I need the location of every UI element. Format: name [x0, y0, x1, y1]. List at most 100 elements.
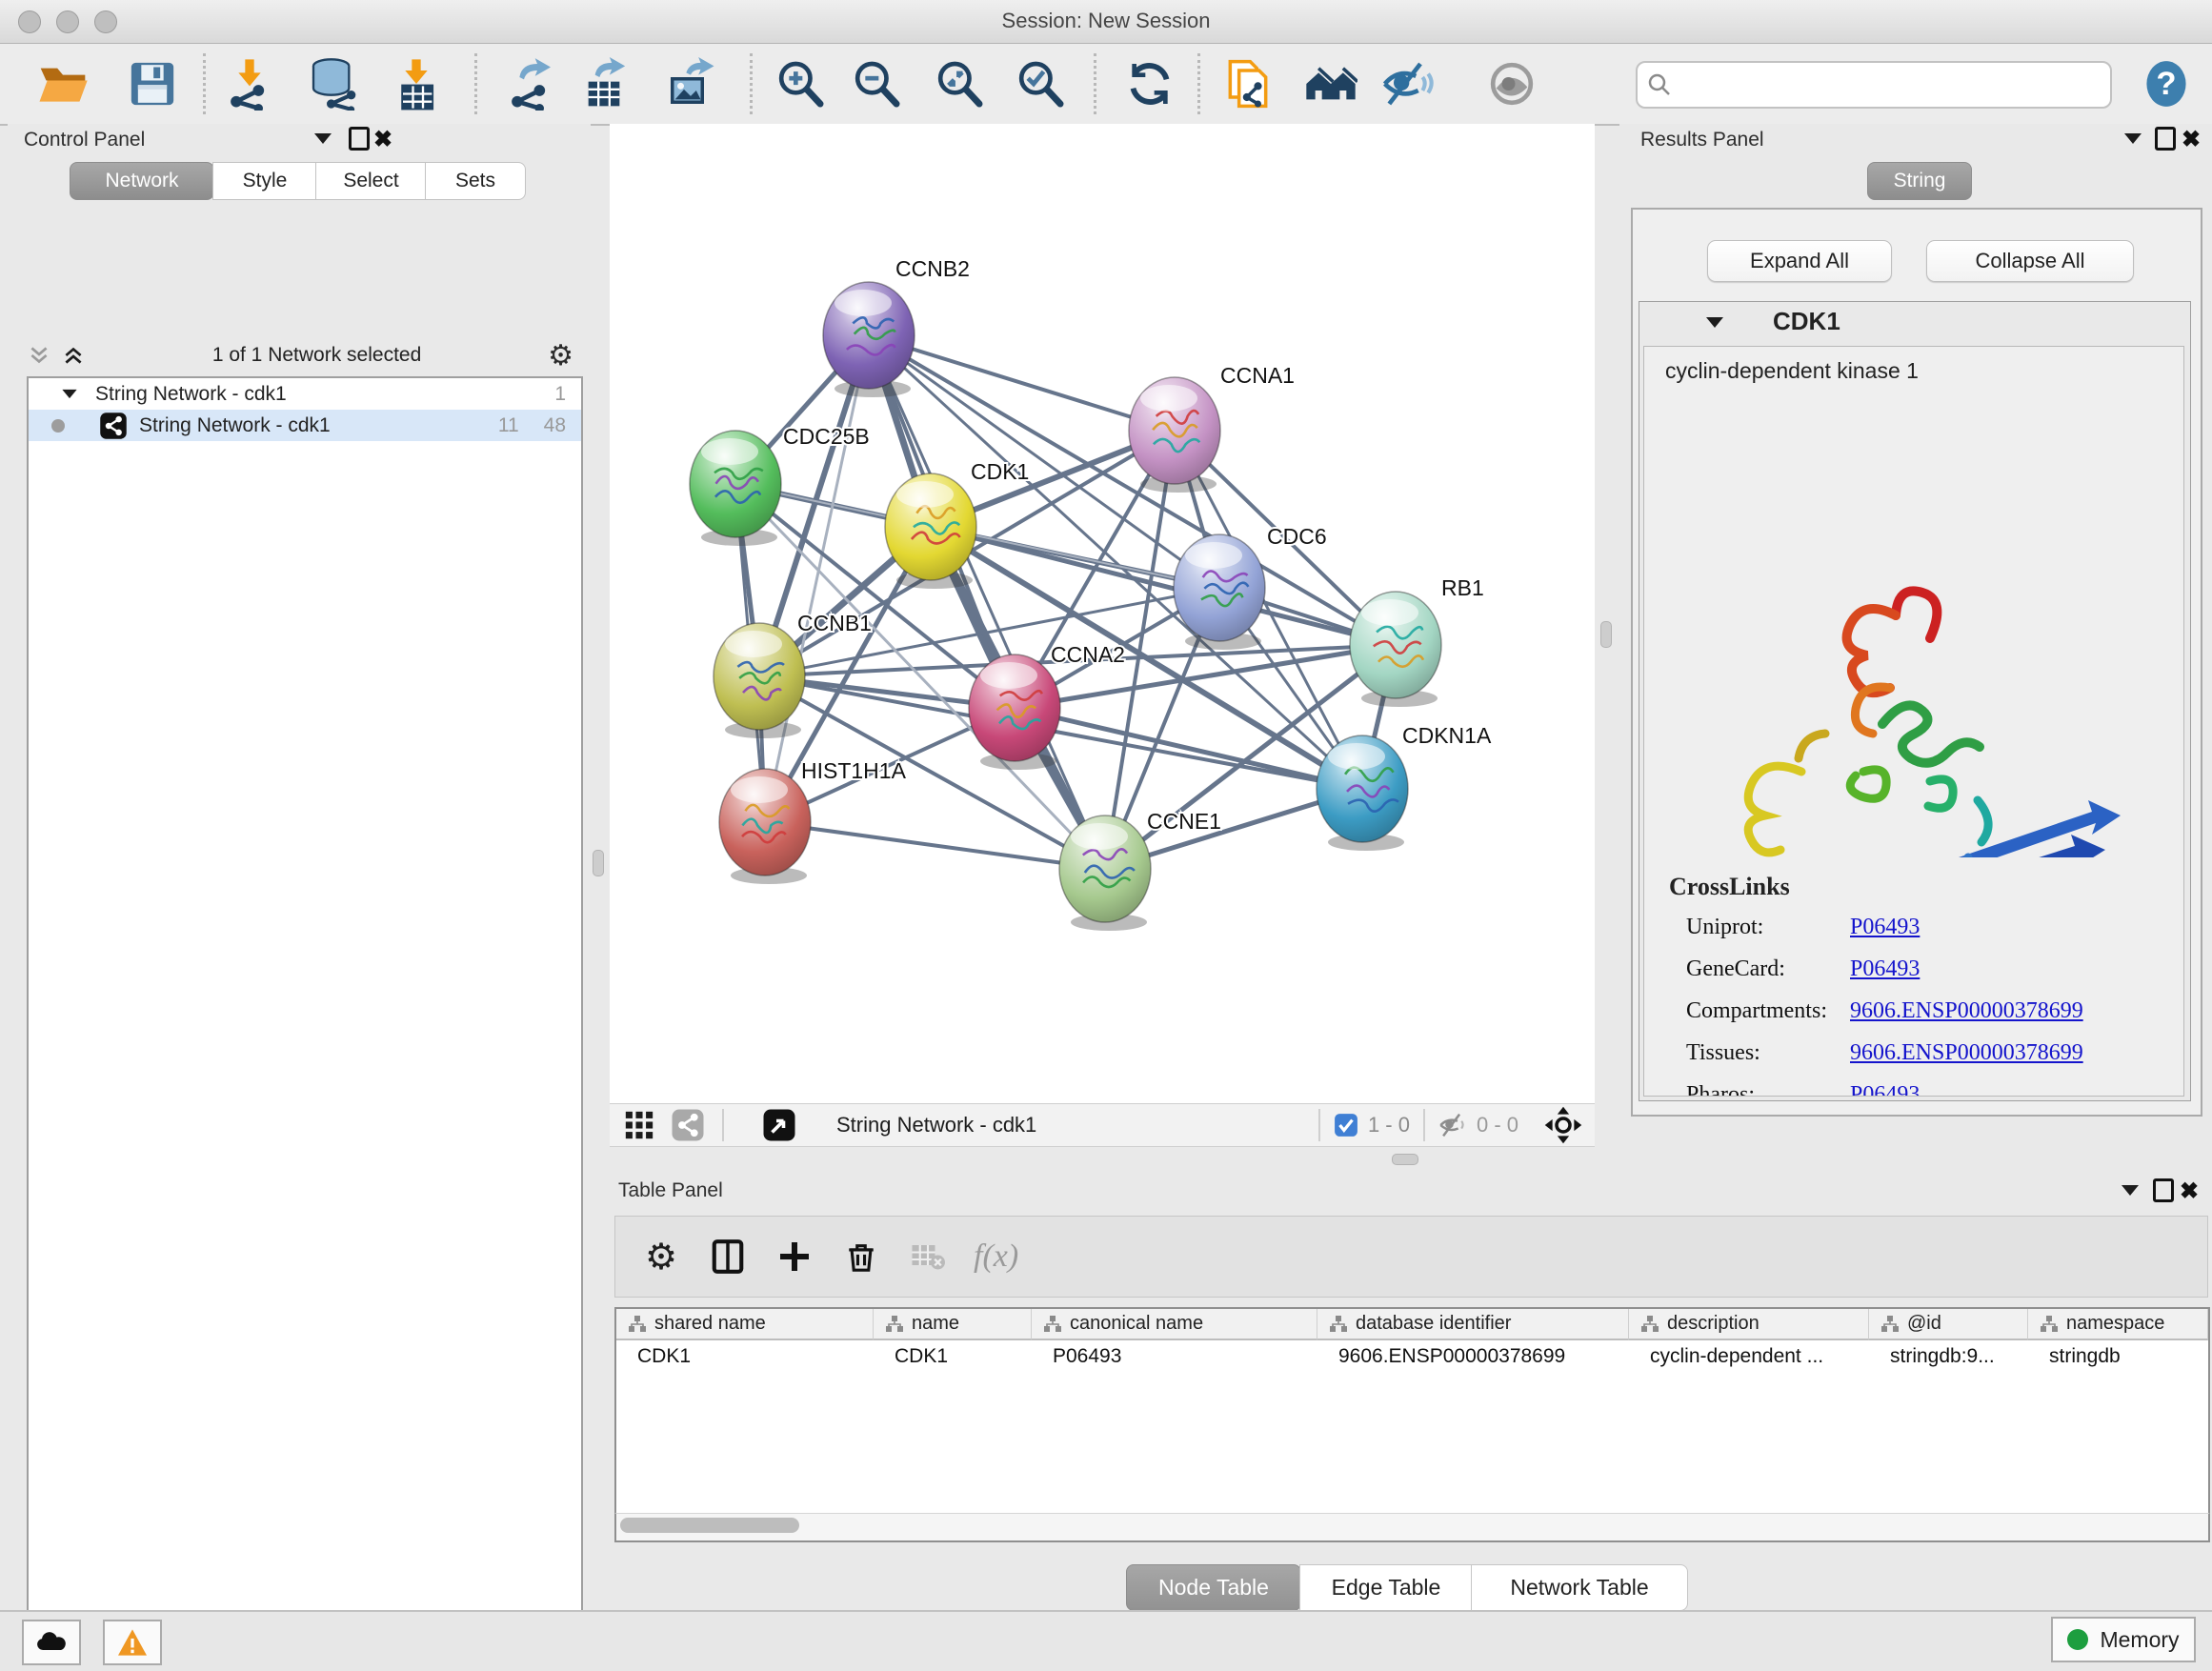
network-node-ccnb2[interactable]: CCNB2	[823, 256, 970, 397]
import-network-icon[interactable]	[223, 57, 276, 111]
table-panel-float-icon[interactable]	[2153, 1178, 2174, 1202]
tab-style[interactable]: Style	[212, 162, 317, 200]
table-cell[interactable]: P06493	[1032, 1340, 1317, 1373]
export-table-icon[interactable]	[577, 57, 631, 111]
network-node-cdc25b[interactable]: CDC25B	[690, 424, 870, 546]
right-splitter-grip[interactable]	[1600, 621, 1612, 648]
results-panel-close-icon[interactable]: ✖	[2182, 126, 2201, 153]
column-header--id[interactable]: @id	[1869, 1309, 2028, 1340]
home-networks-icon[interactable]	[1304, 57, 1357, 111]
column-header-name[interactable]: name	[874, 1309, 1032, 1340]
table-options-gear-icon[interactable]: ⚙	[640, 1236, 682, 1278]
column-header-shared-name[interactable]: shared name	[616, 1309, 874, 1340]
zoom-in-icon[interactable]	[774, 57, 827, 111]
control-panel-float-icon[interactable]	[349, 127, 370, 151]
table-splitter-grip[interactable]	[1392, 1154, 1418, 1165]
tab-select[interactable]: Select	[315, 162, 427, 200]
cloud-status-button[interactable]	[22, 1620, 81, 1665]
crosslink-link[interactable]: 9606.ENSP00000378699	[1850, 1040, 2083, 1066]
table-panel-close-icon[interactable]: ✖	[2180, 1178, 2199, 1205]
network-node-ccna1[interactable]: CCNA1	[1129, 363, 1295, 493]
clone-network-icon[interactable]	[1221, 57, 1275, 111]
network-options-gear-icon[interactable]: ⚙	[548, 339, 573, 372]
network-node-cdkn1a[interactable]: CDKN1A	[1317, 723, 1492, 851]
memory-button[interactable]: Memory	[2051, 1617, 2196, 1662]
results-panel-float-icon[interactable]	[2155, 127, 2176, 151]
function-builder-icon: f(x)	[974, 1236, 1018, 1278]
collapse-all-button[interactable]: Collapse All	[1926, 240, 2134, 282]
export-image-icon[interactable]	[664, 57, 717, 111]
export-network-icon[interactable]	[504, 57, 557, 111]
column-header-label: canonical name	[1070, 1313, 1203, 1335]
grid-mode-icon[interactable]	[623, 1109, 655, 1141]
delete-column-icon[interactable]	[840, 1236, 882, 1278]
network-collection-row[interactable]: String Network - cdk1 1	[29, 378, 581, 410]
network-node-ccne1[interactable]: CCNE1	[1059, 809, 1221, 931]
zoom-out-icon[interactable]	[850, 57, 903, 111]
column-header-database-identifier[interactable]: database identifier	[1317, 1309, 1629, 1340]
table-cell[interactable]: CDK1	[874, 1340, 1031, 1373]
table-panel-title: Table Panel	[618, 1179, 723, 1202]
network-edge[interactable]	[869, 335, 1175, 431]
tab-network-table[interactable]: Network Table	[1471, 1564, 1688, 1611]
table-horizontal-scrollbar[interactable]	[614, 1513, 2210, 1542]
tab-sets[interactable]: Sets	[425, 162, 526, 200]
node-label: HIST1H1A	[801, 758, 907, 783]
crosslink-link[interactable]: P06493	[1850, 1082, 1920, 1097]
table-cell[interactable]: stringdb:9...	[1869, 1340, 2027, 1373]
network-view-mode-icon[interactable]	[671, 1108, 705, 1142]
help-icon[interactable]: ?	[2142, 59, 2191, 109]
crosslink-link[interactable]: P06493	[1850, 956, 1920, 982]
table-cell[interactable]: cyclin-dependent ...	[1629, 1340, 1868, 1373]
table-panel-menu-icon[interactable]	[2122, 1185, 2139, 1196]
birds-eye-view-icon[interactable]	[762, 1108, 796, 1142]
table-cell[interactable]: 9606.ENSP00000378699	[1317, 1340, 1628, 1373]
create-column-icon[interactable]	[774, 1236, 815, 1278]
hide-unhide-icon[interactable]	[1380, 57, 1434, 111]
scrollbar-thumb[interactable]	[620, 1518, 799, 1533]
network-node-hist1h1a[interactable]: HIST1H1A	[719, 758, 907, 884]
expand-all-button[interactable]: Expand All	[1707, 240, 1892, 282]
crosslink-link[interactable]: P06493	[1850, 915, 1920, 940]
import-table-icon[interactable]	[390, 57, 443, 111]
table-cell[interactable]: stringdb	[2028, 1340, 2207, 1373]
gene-section-expander-icon[interactable]	[1706, 317, 1723, 328]
control-panel-close-icon[interactable]: ✖	[373, 126, 392, 153]
network-edge[interactable]	[869, 335, 1105, 869]
network-node-cdk1[interactable]: CDK1	[885, 459, 1029, 589]
left-splitter-grip[interactable]	[593, 850, 604, 876]
column-header-label: @id	[1907, 1313, 1941, 1335]
column-header-namespace[interactable]: namespace	[2028, 1309, 2208, 1340]
tab-network[interactable]: Network	[70, 162, 214, 200]
pan-tool-icon[interactable]	[1543, 1105, 1583, 1145]
control-panel-menu-icon[interactable]	[314, 133, 332, 144]
show-columns-icon[interactable]	[707, 1236, 749, 1278]
open-session-icon[interactable]	[36, 57, 90, 111]
import-network-from-database-icon[interactable]	[307, 57, 360, 111]
tab-edge-table[interactable]: Edge Table	[1299, 1564, 1473, 1611]
zoom-selected-icon[interactable]	[1014, 57, 1067, 111]
search-input[interactable]	[1681, 66, 2110, 104]
collapse-all-icon[interactable]	[27, 343, 51, 368]
tab-node-table[interactable]: Node Table	[1126, 1564, 1301, 1611]
network-row[interactable]: String Network - cdk1 11 48	[29, 410, 581, 441]
crosslink-link[interactable]: 9606.ENSP00000378699	[1850, 998, 2083, 1024]
refresh-icon[interactable]	[1123, 57, 1176, 111]
network-edge[interactable]	[765, 822, 1105, 869]
tab-string-results[interactable]: String	[1867, 162, 1972, 200]
network-view-canvas[interactable]: CCNB2CCNA1CDC25BCDK1CDC6RB1CCNB1CCNA2CDK…	[610, 124, 1595, 1103]
network-node-rb1[interactable]: RB1	[1350, 575, 1484, 707]
column-header-canonical-name[interactable]: canonical name	[1032, 1309, 1317, 1340]
selected-checkbox-icon[interactable]	[1334, 1113, 1358, 1137]
zoom-fit-icon[interactable]	[933, 57, 986, 111]
network-edge[interactable]	[1015, 708, 1362, 789]
save-session-icon[interactable]	[126, 57, 179, 111]
show-graphics-icon[interactable]	[1485, 57, 1538, 111]
column-header-description[interactable]: description	[1629, 1309, 1869, 1340]
warnings-button[interactable]	[103, 1620, 162, 1665]
table-cell[interactable]: CDK1	[616, 1340, 873, 1373]
expand-all-icon[interactable]	[61, 343, 86, 368]
collection-expander-icon[interactable]	[62, 390, 76, 398]
string-network-graph[interactable]: CCNB2CCNA1CDC25BCDK1CDC6RB1CCNB1CCNA2CDK…	[610, 124, 1595, 1103]
results-panel-menu-icon[interactable]	[2124, 133, 2142, 144]
